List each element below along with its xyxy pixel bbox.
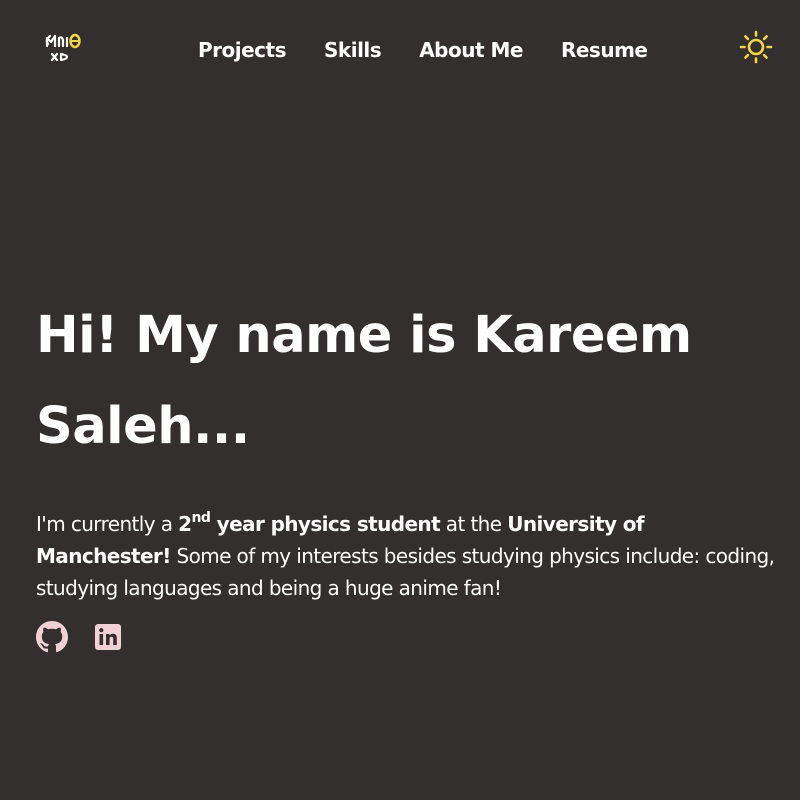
github-link[interactable]	[36, 621, 68, 657]
intro-text-1: I'm currently a	[36, 512, 179, 536]
nav-skills[interactable]: Skills	[324, 38, 382, 62]
intro-year: 2nd year physics student	[178, 510, 441, 536]
page: Projects Skills About Me Resume Hi! My n…	[0, 0, 800, 800]
handwritten-logo-icon	[45, 33, 81, 62]
linkedin-link[interactable]	[94, 623, 122, 655]
nav-resume[interactable]: Resume	[561, 38, 648, 62]
nav-about-me[interactable]: About Me	[419, 38, 523, 62]
sun-icon	[739, 30, 773, 64]
social-links	[36, 621, 148, 657]
main-nav: Projects Skills About Me Resume	[198, 36, 685, 64]
linkedin-icon	[95, 624, 121, 650]
site-header: Projects Skills About Me Resume	[0, 0, 800, 100]
github-icon	[36, 621, 68, 653]
intro-year-suffix: nd	[191, 510, 211, 526]
hero-title: Hi! My name is Kareem Saleh...	[36, 306, 692, 456]
intro-year-rest: year physics student	[210, 512, 441, 536]
theme-toggle-button[interactable]	[739, 30, 773, 64]
intro-text-2: at the	[440, 512, 508, 536]
nav-projects[interactable]: Projects	[198, 38, 287, 62]
logo-link[interactable]	[42, 30, 86, 70]
intro-year-number: 2	[178, 512, 192, 536]
intro-paragraph: I'm currently a 2nd year physics student…	[36, 508, 776, 604]
